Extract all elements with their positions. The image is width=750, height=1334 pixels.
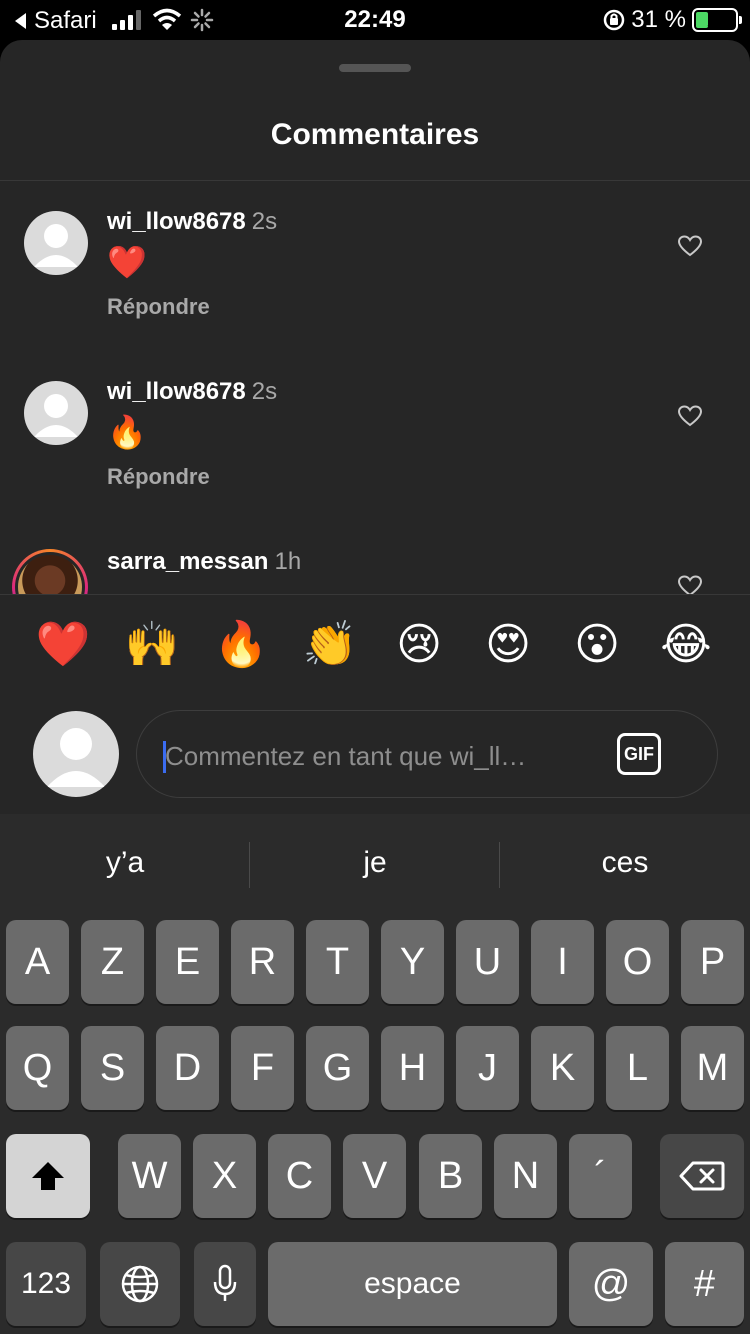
key-k[interactable]: K	[531, 1026, 594, 1110]
reply-button[interactable]: Répondre	[107, 464, 210, 490]
keyboard: y’a je ces A Z E R T Y U I O P Q S D F G…	[0, 814, 750, 1334]
username[interactable]: wi_llow8678	[107, 378, 246, 405]
key-l[interactable]: L	[606, 1026, 669, 1110]
shift-key[interactable]	[6, 1134, 90, 1218]
username[interactable]: sarra_messan	[107, 548, 268, 575]
reaction-laughing-tears[interactable]: 😂	[656, 623, 716, 667]
key-z[interactable]: Z	[81, 920, 144, 1004]
sheet-title: Commentaires	[270, 118, 480, 151]
key-e[interactable]: E	[156, 920, 219, 1004]
comment-author[interactable]: wi_llow8678 2s	[107, 378, 277, 406]
hash-key[interactable]: #	[665, 1242, 744, 1326]
backspace-icon	[679, 1161, 725, 1191]
key-s[interactable]: S	[81, 1026, 144, 1110]
microphone-icon	[213, 1264, 237, 1301]
default-avatar-icon	[34, 394, 78, 437]
default-avatar-icon	[34, 224, 78, 267]
comment-item: wi_llow8678 2s ❤️ Répondre	[0, 181, 750, 351]
avatar	[18, 555, 82, 594]
at-key[interactable]: @	[569, 1242, 653, 1326]
comment-author[interactable]: sarra_messan 1h	[107, 548, 301, 576]
key-y[interactable]: Y	[381, 920, 444, 1004]
shift-icon	[32, 1162, 64, 1190]
space-key[interactable]: espace	[268, 1242, 557, 1326]
like-heart-icon[interactable]	[678, 405, 702, 427]
comment-text: ❤️	[107, 244, 147, 280]
gif-button[interactable]: GIF	[617, 733, 661, 775]
comment-item: wi_llow8678 2s 🔥 Répondre	[0, 351, 750, 521]
key-i[interactable]: I	[531, 920, 594, 1004]
comment-time: 2s	[251, 378, 278, 405]
key-o[interactable]: O	[606, 920, 669, 1004]
dictation-key[interactable]	[194, 1242, 256, 1326]
predictive-bar: y’a je ces	[0, 814, 750, 914]
key-a[interactable]: A	[6, 920, 69, 1004]
avatar-story-ring[interactable]	[12, 549, 88, 594]
key-h[interactable]: H	[381, 1026, 444, 1110]
globe-icon	[121, 1265, 159, 1303]
reaction-red-heart[interactable]: ❤️	[33, 623, 93, 667]
avatar[interactable]	[24, 381, 88, 445]
key-n[interactable]: N	[494, 1134, 557, 1218]
key-t[interactable]: T	[306, 920, 369, 1004]
battery-icon: ⚡	[692, 8, 742, 32]
reaction-crying-face[interactable]: 😢	[389, 623, 449, 667]
key-b[interactable]: B	[419, 1134, 482, 1218]
numbers-key[interactable]: 123	[6, 1242, 86, 1326]
avatar[interactable]	[24, 211, 88, 275]
key-g[interactable]: G	[306, 1026, 369, 1110]
comment-input-placeholder: Commentez en tant que wi_ll…	[165, 741, 527, 771]
comment-composer: Commentez en tant que wi_ll… GIF	[0, 700, 750, 814]
key-w[interactable]: W	[118, 1134, 181, 1218]
key-q[interactable]: Q	[6, 1026, 69, 1110]
sheet-grabber[interactable]	[339, 64, 411, 72]
comment-text: 🔥	[107, 414, 147, 450]
quick-reactions-bar: ❤️ 🙌 🔥 👏 😢 😍 😮 😂	[0, 594, 750, 700]
charging-bolt-icon: ⚡	[706, 10, 719, 30]
reaction-surprised-face[interactable]: 😮	[567, 623, 627, 667]
key-acute-accent[interactable]: ´	[569, 1134, 632, 1218]
backspace-key[interactable]	[660, 1134, 744, 1218]
suggestion[interactable]: y’a	[0, 846, 250, 880]
comment-author[interactable]: wi_llow8678 2s	[107, 208, 277, 236]
key-x[interactable]: X	[193, 1134, 256, 1218]
battery-percent: 31 %	[631, 6, 686, 33]
key-d[interactable]: D	[156, 1026, 219, 1110]
suggestion[interactable]: je	[250, 846, 500, 880]
username[interactable]: wi_llow8678	[107, 208, 246, 235]
current-user-avatar	[33, 711, 119, 797]
comment-time: 1h	[274, 548, 302, 575]
globe-key[interactable]	[100, 1242, 180, 1326]
key-c[interactable]: C	[268, 1134, 331, 1218]
like-heart-icon[interactable]	[678, 235, 702, 257]
comment-list[interactable]: wi_llow8678 2s ❤️ Répondre wi_llow8678 2s …	[0, 181, 750, 594]
reaction-fire[interactable]: 🔥	[211, 623, 271, 667]
key-v[interactable]: V	[343, 1134, 406, 1218]
comment-item: sarra_messan 1h	[0, 521, 750, 594]
suggestion[interactable]: ces	[500, 846, 750, 880]
comment-input[interactable]: Commentez en tant que wi_ll… GIF	[136, 710, 718, 798]
key-r[interactable]: R	[231, 920, 294, 1004]
orientation-lock-icon	[604, 9, 625, 31]
key-j[interactable]: J	[456, 1026, 519, 1110]
comments-sheet: Commentaires wi_llow86782s ❤️ Répondre	[0, 40, 750, 814]
key-u[interactable]: U	[456, 920, 519, 1004]
reply-button[interactable]: Répondre	[107, 294, 210, 320]
key-p[interactable]: P	[681, 920, 744, 1004]
comment-time: 2s	[251, 208, 278, 235]
reaction-raising-hands[interactable]: 🙌	[122, 623, 182, 667]
key-m[interactable]: M	[681, 1026, 744, 1110]
like-heart-icon[interactable]	[678, 575, 702, 594]
key-f[interactable]: F	[231, 1026, 294, 1110]
reaction-clapping-hands[interactable]: 👏	[300, 623, 360, 667]
default-avatar-icon	[47, 728, 105, 787]
reaction-heart-eyes[interactable]: 😍	[478, 623, 538, 667]
status-bar: Safari 22:49 31 % ⚡	[0, 0, 750, 40]
